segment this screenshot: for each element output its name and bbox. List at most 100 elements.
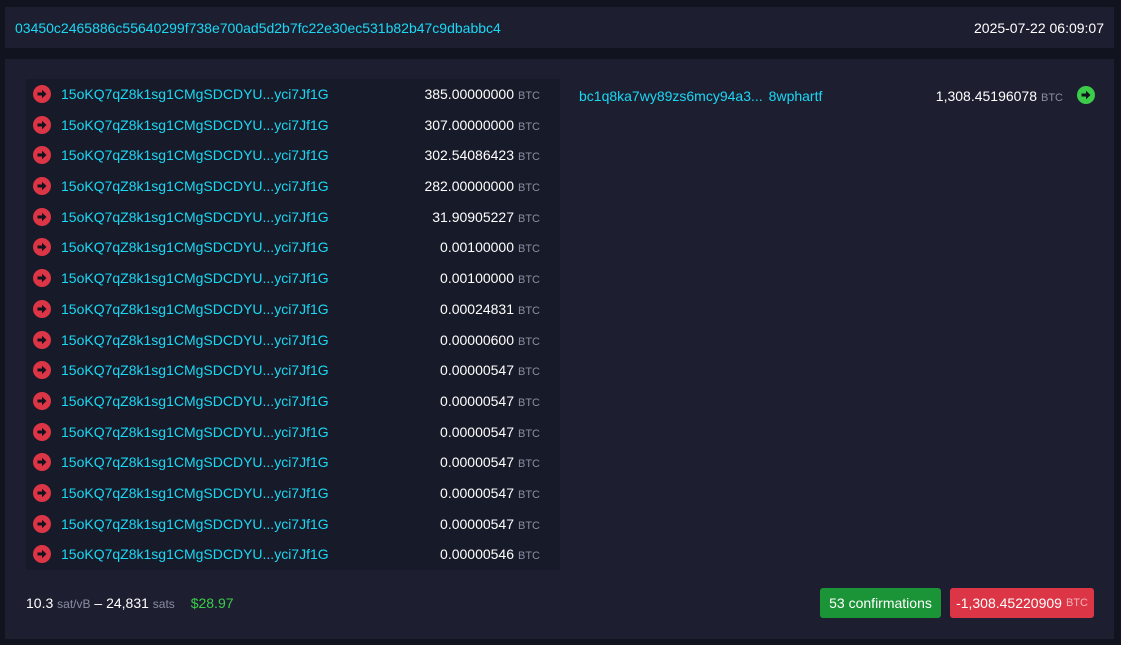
input-address-link[interactable]: 15oKQ7qZ8k1sg1CMgSDCDYU...yci7Jf1G [61,86,329,102]
input-amount: 0.00100000 BTC [440,270,540,286]
fee-info: 10.3 sat/vB – 24,831 sats $28.97 [26,595,234,611]
fee-sats-unit: sats [152,597,175,611]
transaction-header: 03450c2465886c55640299f738e700ad5d2b7fc2… [5,7,1114,48]
input-address-link[interactable]: 15oKQ7qZ8k1sg1CMgSDCDYU...yci7Jf1G [61,178,329,194]
input-row: 15oKQ7qZ8k1sg1CMgSDCDYU...yci7Jf1G 0.0010… [26,263,560,294]
arrow-right-circle-icon[interactable] [33,146,51,165]
input-amount: 307.00000000 BTC [424,117,540,133]
input-amount-unit: BTC [518,304,540,317]
fee-sats: 24,831 [106,595,149,611]
input-amount: 0.00000547 BTC [440,485,540,501]
input-row: 15oKQ7qZ8k1sg1CMgSDCDYU...yci7Jf1G 0.0000… [26,417,560,448]
input-row: 15oKQ7qZ8k1sg1CMgSDCDYU...yci7Jf1G 0.0010… [26,232,560,263]
input-amount-unit: BTC [518,274,540,287]
input-row: 15oKQ7qZ8k1sg1CMgSDCDYU...yci7Jf1G 0.0002… [26,294,560,325]
output-row: bc1q8ka7wy89zs6mcy94a3... 8wphartf 1,308.… [565,79,1099,110]
arrow-right-circle-icon[interactable] [33,207,51,226]
input-row: 15oKQ7qZ8k1sg1CMgSDCDYU...yci7Jf1G 0.0000… [26,539,560,570]
input-amount-value: 0.00000600 [440,331,514,348]
input-row: 15oKQ7qZ8k1sg1CMgSDCDYU...yci7Jf1G 0.0000… [26,509,560,540]
fee-rate-unit: sat/vB [57,597,91,611]
input-row: 15oKQ7qZ8k1sg1CMgSDCDYU...yci7Jf1G 0.0000… [26,447,560,478]
input-amount: 0.00024831 BTC [440,301,540,317]
arrow-right-circle-icon[interactable] [33,453,51,472]
input-amount-unit: BTC [518,335,540,348]
transaction-box: 15oKQ7qZ8k1sg1CMgSDCDYU...yci7Jf1G 385.00… [5,59,1114,639]
input-row: 15oKQ7qZ8k1sg1CMgSDCDYU...yci7Jf1G 282.00… [26,171,560,202]
input-address-link[interactable]: 15oKQ7qZ8k1sg1CMgSDCDYU...yci7Jf1G [61,301,329,317]
input-amount-unit: BTC [518,90,540,102]
confirmations-button[interactable]: 53 confirmations [820,588,941,618]
inputs-list: 15oKQ7qZ8k1sg1CMgSDCDYU...yci7Jf1G 385.00… [26,79,560,570]
input-address-link[interactable]: 15oKQ7qZ8k1sg1CMgSDCDYU...yci7Jf1G [61,117,329,133]
input-amount: 385.00000000 BTC [424,86,540,102]
input-amount-unit: BTC [518,243,540,256]
input-address-link[interactable]: 15oKQ7qZ8k1sg1CMgSDCDYU...yci7Jf1G [61,332,329,348]
input-address-link[interactable]: 15oKQ7qZ8k1sg1CMgSDCDYU...yci7Jf1G [61,454,329,470]
input-amount-value: 282.00000000 [424,178,514,195]
input-address-link[interactable]: 15oKQ7qZ8k1sg1CMgSDCDYU...yci7Jf1G [61,485,329,501]
arrow-right-circle-icon[interactable] [33,299,51,318]
input-amount: 0.00000546 BTC [440,546,540,562]
input-address-link[interactable]: 15oKQ7qZ8k1sg1CMgSDCDYU...yci7Jf1G [61,209,329,225]
input-address-link[interactable]: 15oKQ7qZ8k1sg1CMgSDCDYU...yci7Jf1G [61,393,329,409]
output-amount: 1,308.45196078 BTC [936,88,1063,104]
arrow-right-circle-icon[interactable] [33,361,51,380]
arrow-right-circle-icon[interactable] [33,115,51,134]
input-address-link[interactable]: 15oKQ7qZ8k1sg1CMgSDCDYU...yci7Jf1G [61,546,329,562]
txid-link[interactable]: 03450c2465886c55640299f738e700ad5d2b7fc2… [15,20,501,36]
input-row: 15oKQ7qZ8k1sg1CMgSDCDYU...yci7Jf1G 307.00… [26,110,560,141]
output-address-link[interactable]: bc1q8ka7wy89zs6mcy94a3... 8wphartf [579,88,822,104]
input-amount: 31.90905227 BTC [432,209,540,225]
arrow-right-circle-icon[interactable] [33,330,51,349]
input-row: 15oKQ7qZ8k1sg1CMgSDCDYU...yci7Jf1G 0.0000… [26,386,560,417]
output-address-start: bc1q8ka7wy89zs6mcy94a3... [579,88,763,104]
output-amount-value: 1,308.45196078 [935,88,1037,104]
arrow-right-circle-icon[interactable] [33,238,51,257]
input-amount-value: 307.00000000 [424,116,514,133]
input-amount-value: 0.00100000 [440,270,514,287]
input-address-link[interactable]: 15oKQ7qZ8k1sg1CMgSDCDYU...yci7Jf1G [61,424,329,440]
input-address-link[interactable]: 15oKQ7qZ8k1sg1CMgSDCDYU...yci7Jf1G [61,270,329,286]
input-amount-value: 0.00000547 [440,484,514,501]
input-amount-unit: BTC [518,519,540,532]
input-address-link[interactable]: 15oKQ7qZ8k1sg1CMgSDCDYU...yci7Jf1G [61,239,329,255]
fee-rate: 10.3 [26,595,54,611]
arrow-right-circle-icon[interactable] [33,514,51,533]
outputs-list: bc1q8ka7wy89zs6mcy94a3... 8wphartf 1,308.… [565,79,1099,111]
input-amount-value: 0.00000547 [440,423,514,440]
input-amount: 0.00000547 BTC [440,454,540,470]
input-amount-unit: BTC [518,458,540,471]
arrow-right-circle-icon[interactable] [33,483,51,502]
input-address-link[interactable]: 15oKQ7qZ8k1sg1CMgSDCDYU...yci7Jf1G [61,147,329,163]
input-amount-value: 0.00000547 [440,454,514,471]
input-row: 15oKQ7qZ8k1sg1CMgSDCDYU...yci7Jf1G 31.909… [26,202,560,233]
arrow-right-circle-icon[interactable] [33,85,51,103]
arrow-right-circle-icon[interactable] [33,177,51,196]
arrow-right-circle-icon[interactable] [33,269,51,288]
arrow-right-circle-icon[interactable] [33,545,51,564]
input-amount-value: 0.00000546 [440,546,514,563]
total-amount-unit: BTC [1065,597,1088,609]
input-address-link[interactable]: 15oKQ7qZ8k1sg1CMgSDCDYU...yci7Jf1G [61,362,329,378]
input-row: 15oKQ7qZ8k1sg1CMgSDCDYU...yci7Jf1G 0.0000… [26,325,560,356]
input-amount: 302.54086423 BTC [424,147,540,163]
arrow-right-circle-icon[interactable] [33,391,51,410]
input-row: 15oKQ7qZ8k1sg1CMgSDCDYU...yci7Jf1G 302.54… [26,140,560,171]
input-amount: 0.00000547 BTC [440,424,540,440]
output-address-end: 8wphartf [768,88,823,104]
input-amount-value: 0.00024831 [440,300,514,317]
input-amount-unit: BTC [518,366,540,379]
input-amount: 0.00000547 BTC [440,362,540,378]
input-amount-unit: BTC [518,427,540,440]
input-amount-value: 0.00000547 [440,515,514,532]
arrow-right-circle-icon[interactable] [33,422,51,441]
input-amount: 0.00000547 BTC [440,516,540,532]
input-row: 15oKQ7qZ8k1sg1CMgSDCDYU...yci7Jf1G 0.0000… [26,478,560,509]
input-amount-unit: BTC [518,396,540,409]
arrow-right-circle-icon[interactable] [1077,86,1095,104]
input-address-link[interactable]: 15oKQ7qZ8k1sg1CMgSDCDYU...yci7Jf1G [61,516,329,532]
total-amount-badge[interactable]: -1,308.45220909 BTC [950,588,1094,618]
input-amount-value: 0.00100000 [440,239,514,256]
total-amount: -1,308.45220909 [956,595,1062,611]
